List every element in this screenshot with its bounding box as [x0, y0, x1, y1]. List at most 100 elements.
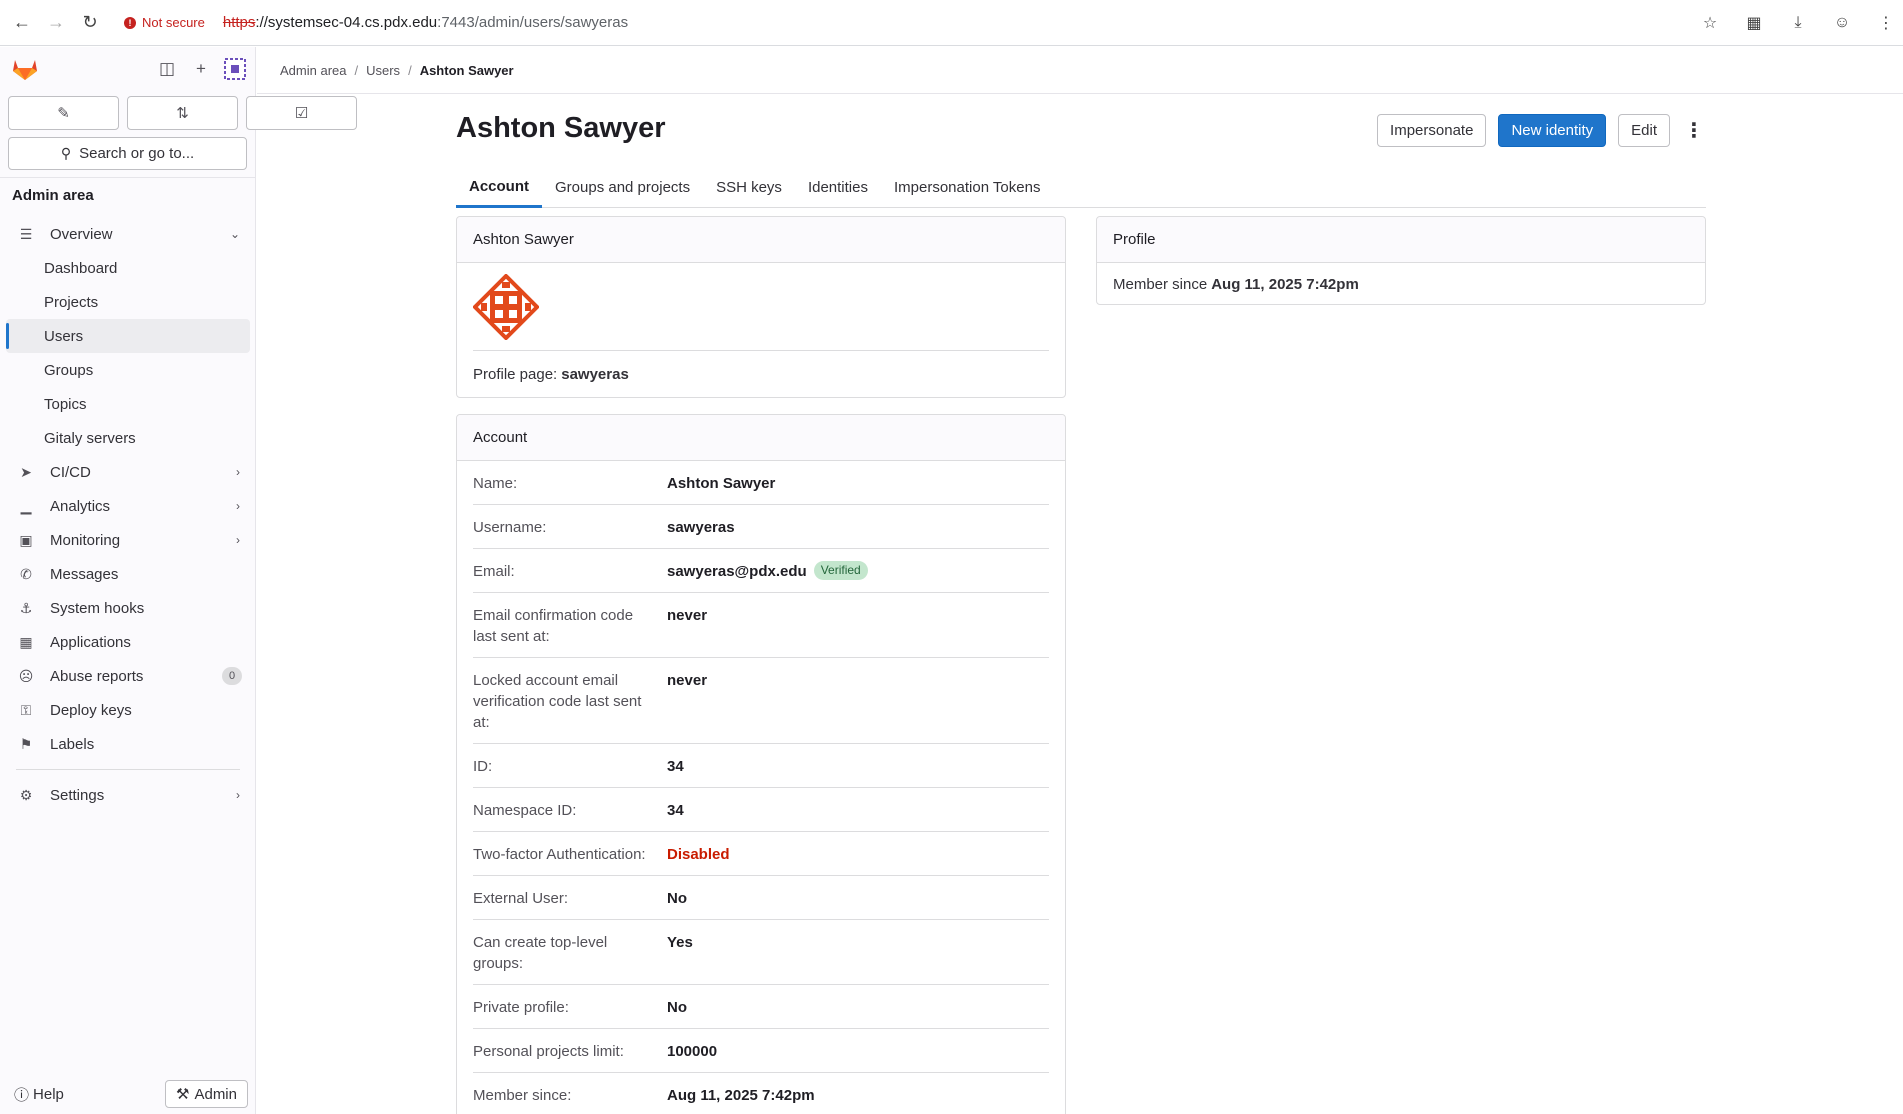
- search-label: Search or go to...: [79, 145, 195, 162]
- sidebar-item-settings[interactable]: ⚙ Settings ›: [6, 778, 250, 812]
- user-avatar[interactable]: [223, 57, 247, 81]
- abuse-count-badge: 0: [222, 667, 242, 685]
- gear-icon: ⚙: [19, 786, 33, 803]
- download-icon[interactable]: ⤓: [1781, 14, 1815, 32]
- sidebar-item-label: Groups: [44, 361, 94, 379]
- tab-impersonation-tokens[interactable]: Impersonation Tokens: [881, 167, 1053, 207]
- sidebar-item-label: System hooks: [50, 599, 145, 617]
- row-label: Email:: [473, 563, 515, 580]
- sidebar-footer: ⓘ Help ⚒ Admin: [0, 1074, 256, 1114]
- row-label: Locked account email verification code l…: [473, 672, 642, 731]
- sidebar-item-messages[interactable]: ✆ Messages: [6, 557, 250, 591]
- row-value: No: [667, 890, 687, 907]
- row-label: Username:: [473, 519, 547, 536]
- security-indicator[interactable]: ! Not secure: [124, 15, 205, 30]
- row-label: Private profile:: [473, 999, 569, 1016]
- sidebar-item-monitoring[interactable]: ▣ Monitoring ›: [6, 523, 250, 557]
- bookmark-star-icon[interactable]: ☆: [1693, 13, 1727, 33]
- back-arrow-icon[interactable]: ←: [10, 11, 34, 35]
- account-row-namespace-id: Namespace ID: 34: [473, 788, 1049, 832]
- sidebar-item-label: Users: [44, 327, 84, 345]
- sidebar-item-abuse-reports[interactable]: ☹ Abuse reports 0: [6, 659, 250, 693]
- row-value: never: [667, 607, 708, 624]
- address-bar[interactable]: https://systemsec-04.cs.pdx.edu:7443/adm…: [223, 14, 628, 31]
- sidebar-item-deploy-keys[interactable]: ⚿ Deploy keys: [6, 693, 250, 727]
- tab-ssh-keys[interactable]: SSH keys: [703, 167, 795, 207]
- impersonate-button[interactable]: Impersonate: [1377, 114, 1487, 147]
- account-row-id: ID: 34: [473, 744, 1049, 788]
- reload-icon[interactable]: ↻: [78, 11, 102, 35]
- browser-toolbar: ← → ↻ ! Not secure https://systemsec-04.…: [0, 0, 1903, 46]
- bullhorn-icon: ✆: [20, 565, 32, 582]
- forward-arrow-icon[interactable]: →: [44, 11, 68, 35]
- new-identity-button[interactable]: New identity: [1498, 114, 1607, 147]
- page-actions: Impersonate New identity Edit ⋮: [1377, 114, 1706, 147]
- row-value: never: [667, 672, 708, 689]
- help-link[interactable]: ⓘ Help: [14, 1084, 64, 1105]
- account-row-locked-account-code: Locked account email verification code l…: [473, 658, 1049, 744]
- search-button[interactable]: ⚲ Search or go to...: [8, 137, 247, 170]
- profile-page-label: Profile page:: [473, 365, 558, 383]
- admin-button[interactable]: ⚒ Admin: [165, 1080, 248, 1108]
- account-row-email: Email: sawyeras@pdx.edu Verified: [473, 549, 1049, 593]
- user-tabs: Account Groups and projects SSH keys Ide…: [456, 167, 1706, 208]
- anchor-icon: ⚓: [19, 599, 33, 616]
- sidebar-item-system-hooks[interactable]: ⚓ System hooks: [6, 591, 250, 625]
- collapse-sidebar-icon[interactable]: ◫: [155, 57, 179, 81]
- sidebar-item-overview[interactable]: ☰ Overview ⌄: [6, 217, 250, 251]
- wrench-icon: ⚒: [176, 1086, 190, 1103]
- sidebar-item-projects[interactable]: Projects: [6, 285, 250, 319]
- breadcrumb-current-user[interactable]: Ashton Sawyer: [420, 63, 514, 78]
- row-label: Name:: [473, 475, 518, 492]
- sidebar-item-gitaly-servers[interactable]: Gitaly servers: [6, 421, 250, 455]
- key-icon: ⚿: [20, 701, 32, 718]
- profile-icon[interactable]: ☺: [1825, 14, 1859, 32]
- label-icon: ⚑: [19, 735, 33, 752]
- account-row-email-confirmation: Email confirmation code last sent at: nev…: [473, 593, 1049, 658]
- sidebar-item-labels[interactable]: ⚑ Labels: [6, 727, 250, 761]
- cast-icon[interactable]: ▦: [1737, 13, 1771, 33]
- gitlab-logo-icon[interactable]: [12, 57, 38, 81]
- sidebar-section-title: Admin area: [12, 187, 94, 204]
- breadcrumb: Admin area / Users / Ashton Sawyer: [257, 47, 1903, 94]
- breadcrumb-users[interactable]: Users: [366, 63, 400, 78]
- profile-page-link[interactable]: sawyeras: [561, 366, 629, 383]
- browser-menu-icon[interactable]: ⋮: [1869, 13, 1903, 33]
- merge-request-icon: ⇅: [176, 105, 189, 122]
- row-value: sawyeras: [667, 519, 735, 536]
- sidebar-item-dashboard[interactable]: Dashboard: [6, 251, 250, 285]
- tab-account[interactable]: Account: [456, 167, 542, 208]
- more-actions-icon[interactable]: ⋮: [1682, 118, 1706, 143]
- account-row-private-profile: Private profile: No: [473, 985, 1049, 1029]
- chevron-right-icon: ›: [236, 533, 240, 547]
- sidebar-item-label: Dashboard: [44, 259, 118, 277]
- issues-button[interactable]: ✎: [8, 96, 119, 130]
- issues-icon: ✎: [57, 105, 70, 122]
- row-label: Can create top-level groups:: [473, 934, 608, 972]
- sidebar-item-topics[interactable]: Topics: [6, 387, 250, 421]
- sidebar-item-applications[interactable]: ▦ Applications: [6, 625, 250, 659]
- sidebar-item-label: Abuse reports: [50, 667, 144, 685]
- sidebar-item-label: Labels: [50, 735, 95, 753]
- security-label: Not secure: [142, 15, 205, 30]
- plus-icon[interactable]: +: [189, 57, 213, 81]
- tab-groups-and-projects[interactable]: Groups and projects: [542, 167, 703, 207]
- tab-identities[interactable]: Identities: [795, 167, 881, 207]
- url-scheme: https: [222, 14, 256, 31]
- row-label: External User:: [473, 890, 569, 907]
- todo-icon: ☑: [294, 105, 309, 122]
- sidebar-item-groups[interactable]: Groups: [6, 353, 250, 387]
- merge-requests-button[interactable]: ⇅: [127, 96, 238, 130]
- sidebar-item-users[interactable]: Users: [6, 319, 250, 353]
- todos-button[interactable]: ☑: [246, 96, 357, 130]
- verified-badge: Verified: [813, 561, 868, 580]
- edit-button[interactable]: Edit: [1618, 114, 1670, 147]
- email-value: sawyeras@pdx.edu: [667, 563, 807, 580]
- sidebar-item-ci-cd[interactable]: ➤ CI/CD ›: [6, 455, 250, 489]
- admin-label: Admin: [194, 1085, 237, 1103]
- page-title: Ashton Sawyer: [456, 112, 666, 144]
- breadcrumb-admin-area[interactable]: Admin area: [280, 63, 346, 78]
- row-label: Namespace ID:: [473, 802, 577, 819]
- sidebar-item-analytics[interactable]: ▁ Analytics ›: [6, 491, 250, 521]
- account-row-projects-limit: Personal projects limit: 100000: [473, 1029, 1049, 1073]
